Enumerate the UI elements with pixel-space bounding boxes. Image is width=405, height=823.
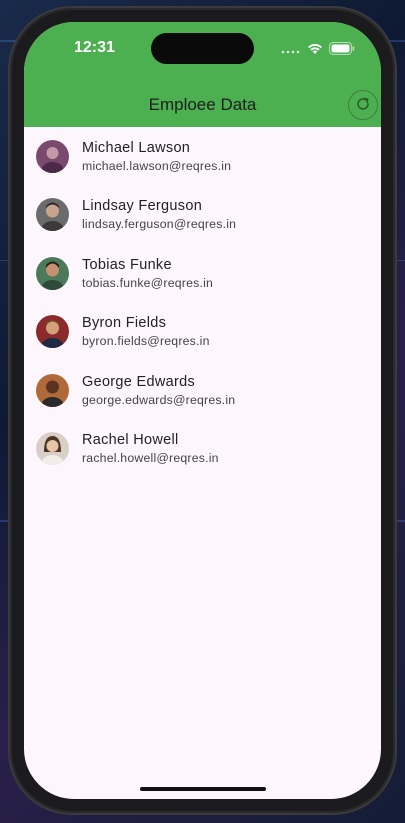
list-item[interactable]: Rachel Howell rachel.howell@reqres.in bbox=[24, 420, 381, 479]
avatar bbox=[36, 373, 69, 407]
dynamic-island bbox=[151, 33, 254, 64]
list-item[interactable]: Michael Lawson michael.lawson@reqres.in bbox=[24, 127, 381, 186]
app-screen: 12:31 Emploee Data Michael Lawson michae… bbox=[24, 22, 381, 799]
employee-email: tobias.funke@reqres.in bbox=[82, 275, 214, 290]
battery-icon bbox=[329, 40, 355, 59]
refresh-button[interactable] bbox=[348, 90, 378, 120]
page-title: Emploee Data bbox=[148, 95, 257, 114]
avatar bbox=[36, 315, 69, 349]
employee-email: rachel.howell@reqres.in bbox=[82, 451, 219, 466]
refresh-icon bbox=[355, 96, 371, 115]
employee-email: george.edwards@reqres.in bbox=[82, 392, 236, 407]
employee-name: Byron Fields bbox=[82, 315, 167, 332]
status-icons bbox=[281, 40, 355, 59]
employee-name: George Edwards bbox=[82, 373, 196, 390]
wifi-icon bbox=[307, 40, 323, 59]
home-indicator[interactable] bbox=[140, 787, 266, 791]
employee-list: Michael Lawson michael.lawson@reqres.in … bbox=[24, 127, 381, 478]
avatar bbox=[36, 432, 69, 466]
list-item[interactable]: George Edwards george.edwards@reqres.in bbox=[24, 361, 381, 420]
signal-icon bbox=[281, 40, 301, 59]
avatar bbox=[36, 256, 69, 290]
phone-frame: 12:31 Emploee Data Michael Lawson michae… bbox=[10, 8, 395, 813]
employee-email: lindsay.ferguson@reqres.in bbox=[82, 217, 237, 232]
employee-name: Rachel Howell bbox=[82, 432, 179, 449]
employee-email: byron.fields@reqres.in bbox=[82, 334, 210, 349]
list-item[interactable]: Lindsay Ferguson lindsay.ferguson@reqres… bbox=[24, 186, 381, 245]
status-time: 12:31 bbox=[74, 39, 115, 56]
list-item[interactable]: Tobias Funke tobias.funke@reqres.in bbox=[24, 244, 381, 303]
avatar bbox=[36, 139, 69, 173]
employee-email: michael.lawson@reqres.in bbox=[82, 158, 232, 173]
list-item[interactable]: Byron Fields byron.fields@reqres.in bbox=[24, 303, 381, 362]
app-bar: 12:31 Emploee Data bbox=[24, 22, 381, 127]
employee-name: Michael Lawson bbox=[82, 139, 191, 156]
employee-name: Tobias Funke bbox=[82, 256, 172, 273]
avatar bbox=[36, 198, 69, 232]
employee-name: Lindsay Ferguson bbox=[82, 198, 203, 215]
